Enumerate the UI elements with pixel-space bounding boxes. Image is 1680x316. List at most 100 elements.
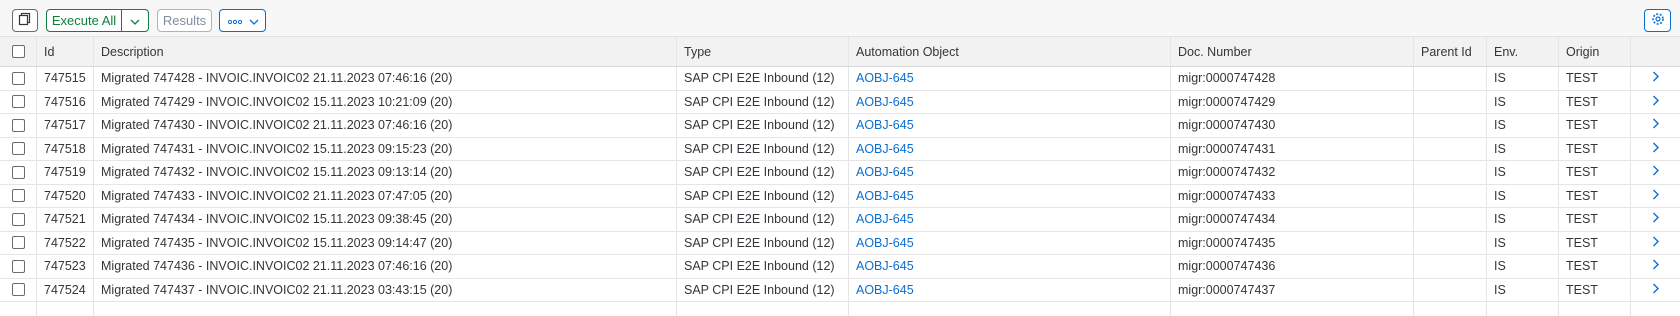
column-header-parent-id[interactable]: Parent Id: [1414, 37, 1487, 66]
chevron-right-icon[interactable]: [1652, 259, 1659, 273]
row-automation-object-cell: AOBJ-645: [849, 208, 1171, 231]
row-description: Migrated 747434 - INVOIC.INVOIC02 15.11.…: [94, 208, 677, 231]
row-checkbox[interactable]: [11, 95, 25, 109]
chevron-right-icon[interactable]: [1652, 189, 1659, 203]
row-checkbox[interactable]: [11, 142, 25, 156]
automation-object-link[interactable]: AOBJ-645: [856, 71, 914, 85]
row-automation-object-cell: AOBJ-645: [849, 90, 1171, 113]
column-header-origin[interactable]: Origin: [1559, 37, 1631, 66]
automation-object-link[interactable]: AOBJ-645: [856, 259, 914, 273]
table-row[interactable]: 747521 Migrated 747434 - INVOIC.INVOIC02…: [0, 208, 1680, 232]
row-origin: TEST: [1559, 278, 1631, 301]
chevron-right-icon[interactable]: [1652, 165, 1659, 179]
empty-cell: [94, 302, 677, 316]
row-checkbox[interactable]: [11, 236, 25, 250]
row-navigate-cell[interactable]: [1631, 114, 1680, 137]
copy-icon: [18, 12, 32, 29]
column-header-nav: [1631, 37, 1680, 66]
more-actions-button[interactable]: [219, 9, 266, 32]
row-checkbox[interactable]: [11, 189, 25, 203]
chevron-right-icon[interactable]: [1652, 142, 1659, 156]
automation-object-link[interactable]: AOBJ-645: [856, 189, 914, 203]
column-header-id[interactable]: Id: [37, 37, 94, 66]
column-header-env[interactable]: Env.: [1487, 37, 1559, 66]
table-settings-button[interactable]: [1644, 9, 1671, 32]
row-navigate-cell[interactable]: [1631, 138, 1680, 161]
row-doc-number: migr:0000747429: [1171, 90, 1414, 113]
row-checkbox[interactable]: [11, 118, 25, 132]
row-description: Migrated 747436 - INVOIC.INVOIC02 21.11.…: [94, 255, 677, 278]
column-header-type[interactable]: Type: [677, 37, 849, 66]
automation-object-link[interactable]: AOBJ-645: [856, 118, 914, 132]
row-env: IS: [1487, 184, 1559, 207]
row-navigate-cell[interactable]: [1631, 255, 1680, 278]
row-navigate-cell[interactable]: [1631, 232, 1680, 255]
column-header-doc-number[interactable]: Doc. Number: [1171, 37, 1414, 66]
table-row[interactable]: 747516 Migrated 747429 - INVOIC.INVOIC02…: [0, 90, 1680, 114]
row-navigate-cell[interactable]: [1631, 161, 1680, 184]
row-navigate-cell[interactable]: [1631, 91, 1680, 114]
row-automation-object-cell: AOBJ-645: [849, 67, 1171, 90]
execute-all-dropdown[interactable]: [121, 10, 148, 31]
row-navigate-cell[interactable]: [1631, 67, 1680, 90]
table-row[interactable]: 747523 Migrated 747436 - INVOIC.INVOIC02…: [0, 255, 1680, 279]
row-automation-object-cell: AOBJ-645: [849, 184, 1171, 207]
table-toolbar: Execute All Results: [0, 0, 1680, 36]
row-checkbox[interactable]: [11, 283, 25, 297]
row-automation-object-cell: AOBJ-645: [849, 161, 1171, 184]
row-type: SAP CPI E2E Inbound (12): [677, 114, 849, 137]
table-row[interactable]: 747522 Migrated 747435 - INVOIC.INVOIC02…: [0, 231, 1680, 255]
row-parent-id: [1414, 231, 1487, 254]
row-select-cell: [0, 137, 37, 160]
chevron-right-icon[interactable]: [1652, 118, 1659, 132]
copy-button[interactable]: [12, 9, 38, 32]
row-origin: TEST: [1559, 184, 1631, 207]
row-checkbox[interactable]: [11, 259, 25, 273]
row-type: SAP CPI E2E Inbound (12): [677, 208, 849, 231]
chevron-right-icon[interactable]: [1652, 283, 1659, 297]
row-env: IS: [1487, 278, 1559, 301]
table-row[interactable]: 747517 Migrated 747430 - INVOIC.INVOIC02…: [0, 114, 1680, 138]
column-header-automation-object[interactable]: Automation Object: [849, 37, 1171, 66]
row-select-cell: [0, 90, 37, 113]
automation-object-link[interactable]: AOBJ-645: [856, 212, 914, 226]
column-header-description[interactable]: Description: [94, 37, 677, 66]
row-checkbox[interactable]: [11, 165, 25, 179]
automation-object-link[interactable]: AOBJ-645: [856, 283, 914, 297]
gear-icon: [1651, 12, 1665, 29]
table-row[interactable]: 747520 Migrated 747433 - INVOIC.INVOIC02…: [0, 184, 1680, 208]
row-checkbox[interactable]: [11, 212, 25, 226]
row-type: SAP CPI E2E Inbound (12): [677, 255, 849, 278]
row-origin: TEST: [1559, 114, 1631, 137]
empty-cell: [849, 302, 1171, 316]
table-row[interactable]: 747518 Migrated 747431 - INVOIC.INVOIC02…: [0, 137, 1680, 161]
table-row[interactable]: 747524 Migrated 747437 - INVOIC.INVOIC02…: [0, 278, 1680, 302]
execute-all-button[interactable]: Execute All: [47, 10, 121, 31]
row-checkbox[interactable]: [11, 71, 25, 85]
automation-object-link[interactable]: AOBJ-645: [856, 165, 914, 179]
automation-object-link[interactable]: AOBJ-645: [856, 95, 914, 109]
row-select-cell: [0, 161, 37, 184]
row-id: 747517: [37, 114, 94, 137]
chevron-right-icon[interactable]: [1652, 236, 1659, 250]
row-description: Migrated 747433 - INVOIC.INVOIC02 21.11.…: [94, 184, 677, 207]
automation-object-link[interactable]: AOBJ-645: [856, 142, 914, 156]
chevron-right-icon[interactable]: [1652, 95, 1659, 109]
chevron-right-icon[interactable]: [1652, 212, 1659, 226]
row-doc-number: migr:0000747433: [1171, 184, 1414, 207]
row-navigate-cell[interactable]: [1631, 185, 1680, 208]
chevron-right-icon[interactable]: [1652, 71, 1659, 85]
row-navigate-cell[interactable]: [1631, 279, 1680, 302]
row-doc-number: migr:0000747436: [1171, 255, 1414, 278]
table-row[interactable]: 747519 Migrated 747432 - INVOIC.INVOIC02…: [0, 161, 1680, 185]
row-id: 747524: [37, 278, 94, 301]
row-type: SAP CPI E2E Inbound (12): [677, 90, 849, 113]
row-navigate-cell[interactable]: [1631, 208, 1680, 231]
results-button[interactable]: Results: [157, 9, 212, 32]
overflow-icon: [227, 13, 243, 28]
table-row[interactable]: 747515 Migrated 747428 - INVOIC.INVOIC02…: [0, 67, 1680, 91]
empty-cell: [677, 302, 849, 316]
select-all-checkbox[interactable]: [11, 45, 25, 58]
automation-object-link[interactable]: AOBJ-645: [856, 236, 914, 250]
table-header: Id Description Type Automation Object Do…: [0, 36, 1680, 67]
